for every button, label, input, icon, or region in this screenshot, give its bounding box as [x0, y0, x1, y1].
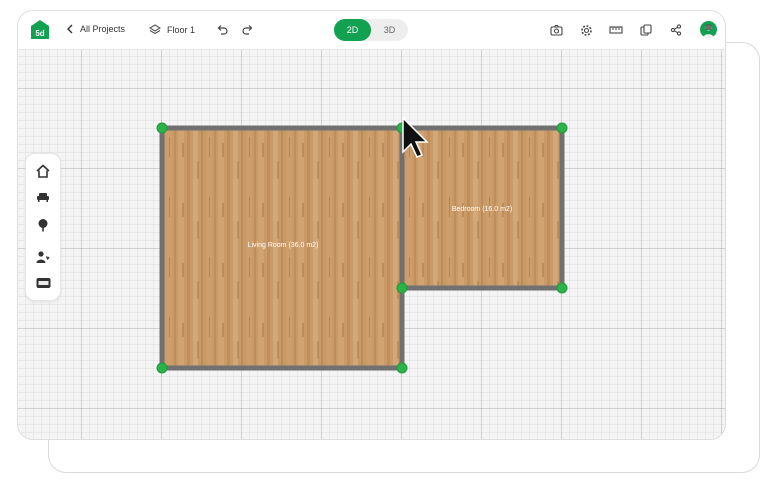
view-3d-button[interactable]: 3D [371, 19, 408, 41]
measure-button[interactable] [608, 22, 624, 38]
floor-label: Floor 1 [167, 25, 196, 35]
layers-icon [149, 24, 161, 35]
living-room-label: Living Room (36.0 m2) [248, 242, 319, 249]
camera-icon [549, 24, 563, 36]
share-button[interactable] [668, 22, 684, 38]
wall-node [156, 122, 168, 134]
tree-icon [38, 219, 48, 232]
wall-node [156, 362, 168, 374]
sidebar-item-new[interactable] [34, 274, 52, 292]
home-icon [36, 164, 50, 178]
new-badge-icon [36, 278, 50, 288]
undo-icon [217, 25, 228, 35]
view-2d-button[interactable]: 2D [334, 19, 371, 41]
sidebar-item-exterior[interactable] [34, 216, 52, 234]
top-toolbar: 5d All Projects Floor 1 2D 3D [18, 11, 725, 50]
ruler-icon [609, 26, 623, 34]
floor-plan-canvas[interactable]: Living Room (36.0 m2) Bedroom (16.0 m2) [18, 11, 725, 439]
wall-node [396, 282, 408, 294]
share-icon [670, 24, 682, 36]
copy-button[interactable] [638, 22, 654, 38]
all-projects-label: All Projects [80, 24, 126, 34]
app-window: Living Room (36.0 m2) Bedroom (16.0 m2) … [17, 10, 726, 440]
floor-selector[interactable]: Floor 1 [149, 24, 195, 36]
sofa-icon [37, 193, 49, 202]
sidebar-item-home[interactable] [34, 162, 52, 180]
wall-node [556, 282, 568, 294]
all-projects-button[interactable]: All Projects [66, 24, 125, 34]
view-mode-toggle: 2D 3D [334, 19, 408, 41]
left-sidebar [25, 153, 61, 301]
svg-text:5d: 5d [35, 29, 44, 38]
wall-node [396, 362, 408, 374]
redo-icon [242, 25, 253, 35]
chevron-left-icon [67, 24, 73, 34]
bedroom-label: Bedroom (16.0 m2) [452, 206, 512, 213]
copy-icon [640, 24, 652, 36]
person-heart-icon [36, 251, 50, 263]
avatar-person-icon [703, 24, 714, 38]
wall-node [556, 122, 568, 134]
undo-button[interactable] [214, 22, 230, 38]
sidebar-item-people[interactable] [34, 248, 52, 266]
gear-icon [580, 24, 592, 36]
sidebar-item-furniture[interactable] [34, 188, 52, 206]
camera-button[interactable] [548, 22, 564, 38]
settings-button[interactable] [578, 22, 594, 38]
app-logo-icon[interactable]: 5d [31, 20, 49, 39]
user-avatar[interactable] [700, 21, 717, 38]
redo-button[interactable] [240, 22, 256, 38]
